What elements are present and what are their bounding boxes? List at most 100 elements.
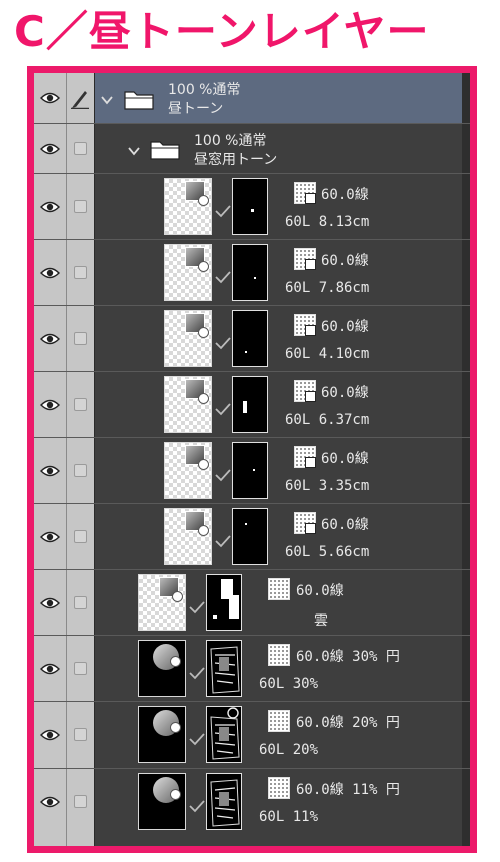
tone-icon: [294, 380, 316, 402]
lock-checkbox[interactable]: [74, 662, 87, 675]
lock-checkbox[interactable]: [74, 464, 87, 477]
eye-icon[interactable]: [40, 92, 60, 104]
lock-checkbox[interactable]: [74, 530, 87, 543]
eye-icon[interactable]: [40, 333, 60, 345]
lock-checkbox[interactable]: [74, 266, 87, 279]
mask-link-icon: [215, 469, 231, 482]
chevron-down-icon[interactable]: [128, 146, 140, 156]
layer-name: 60L 3.35cm: [285, 478, 370, 494]
tone-icon: [268, 777, 290, 799]
layer-name: 60L 20%: [259, 742, 319, 758]
layer-thumbnail: [164, 244, 212, 301]
eye-icon[interactable]: [40, 531, 60, 543]
eye-icon[interactable]: [40, 729, 60, 741]
layer-panel: 100 %通常 昼トーン 100 %通常 昼窓用トーン 60.0線 60L 8.…: [27, 66, 477, 853]
eye-icon[interactable]: [40, 267, 60, 279]
tone-setting: 60.0線 20% 円: [296, 715, 400, 731]
layer-thumbnail: [164, 442, 212, 499]
folder-opacity-mode: 100 %通常: [168, 82, 241, 98]
mask-link-icon: [215, 271, 231, 284]
tone-setting: 60.0線: [321, 517, 369, 533]
layer-name: 60L 30%: [259, 676, 319, 692]
folder-name: 昼トーン: [168, 101, 224, 117]
layer-thumbnail: [138, 574, 186, 631]
layer-mask-thumbnail: [232, 376, 268, 433]
layer-name: 60L 6.37cm: [285, 412, 370, 428]
folder-opacity-mode: 100 %通常: [194, 133, 267, 149]
eye-icon[interactable]: [40, 399, 60, 411]
layer-row[interactable]: 60.0線 60L 8.13cm: [34, 174, 470, 240]
layer-thumbnail: [138, 706, 186, 763]
layer-name: 60L 5.66cm: [285, 544, 370, 560]
mask-link-icon: [189, 800, 205, 813]
eye-icon[interactable]: [40, 663, 60, 675]
folder-row-day-tone[interactable]: 100 %通常 昼トーン: [34, 73, 470, 124]
mask-link-icon: [189, 667, 205, 680]
tone-setting: 60.0線: [321, 319, 369, 335]
tone-icon: [294, 182, 316, 204]
tone-setting: 60.0線: [296, 583, 344, 599]
layer-name: 60L 7.86cm: [285, 280, 370, 296]
layer-row[interactable]: 60.0線 60L 4.10cm: [34, 306, 470, 372]
layer-mask-thumbnail: [232, 508, 268, 565]
lock-checkbox[interactable]: [74, 728, 87, 741]
tone-setting: 60.0線 11% 円: [296, 782, 400, 798]
mask-link-icon: [215, 205, 231, 218]
mask-link-icon: [189, 601, 205, 614]
layer-thumbnail: [138, 640, 186, 697]
layer-mask-thumbnail: [232, 442, 268, 499]
lock-checkbox[interactable]: [74, 142, 87, 155]
tone-icon: [294, 512, 316, 534]
layer-mask-thumbnail: [206, 773, 242, 830]
tone-setting: 60.0線 30% 円: [296, 649, 400, 665]
tone-setting: 60.0線: [321, 385, 369, 401]
layer-row[interactable]: 60.0線 60L 6.37cm: [34, 372, 470, 438]
tone-setting: 60.0線: [321, 451, 369, 467]
layer-thumbnail: [164, 508, 212, 565]
eye-icon[interactable]: [40, 143, 60, 155]
eye-icon[interactable]: [40, 597, 60, 609]
lock-checkbox[interactable]: [74, 332, 87, 345]
tone-icon: [294, 248, 316, 270]
folder-name: 昼窓用トーン: [194, 152, 278, 168]
layer-mask-thumbnail: [232, 244, 268, 301]
mask-link-icon: [215, 535, 231, 548]
lock-checkbox[interactable]: [74, 795, 87, 808]
lock-checkbox[interactable]: [74, 596, 87, 609]
layer-row[interactable]: 60.0線 60L 5.66cm: [34, 504, 470, 570]
layer-name: 60L 11%: [259, 809, 319, 825]
layer-row[interactable]: 60.0線 30% 円 60L 30%: [34, 636, 470, 702]
page-title: C／昼トーンレイヤー: [14, 7, 430, 56]
layer-row[interactable]: 60.0線 60L 7.86cm: [34, 240, 470, 306]
tone-icon: [294, 446, 316, 468]
tone-icon: [268, 644, 290, 666]
tone-icon: [268, 710, 290, 732]
layer-row[interactable]: 60.0線 11% 円 60L 11%: [34, 769, 470, 846]
layer-mask-thumbnail: [232, 178, 268, 235]
layer-name: 雲: [314, 613, 328, 629]
layer-mask-thumbnail: [206, 640, 242, 697]
layer-mask-thumbnail: [206, 706, 242, 763]
tone-setting: 60.0線: [321, 187, 369, 203]
folder-icon: [150, 141, 180, 160]
lock-checkbox[interactable]: [74, 200, 87, 213]
folder-icon: [124, 91, 154, 110]
layer-name: 60L 8.13cm: [285, 214, 370, 230]
layer-name: 60L 4.10cm: [285, 346, 370, 362]
tone-setting: 60.0線: [321, 253, 369, 269]
pen-icon: [71, 91, 89, 109]
layer-thumbnail: [164, 178, 212, 235]
tone-icon: [294, 314, 316, 336]
folder-row-window-tone[interactable]: 100 %通常 昼窓用トーン: [34, 124, 470, 174]
layer-row[interactable]: 60.0線 20% 円 60L 20%: [34, 702, 470, 769]
layer-row[interactable]: 60.0線 60L 3.35cm: [34, 438, 470, 504]
chevron-down-icon[interactable]: [101, 95, 113, 105]
layer-thumbnail: [138, 773, 186, 830]
layer-row[interactable]: 60.0線 雲: [34, 570, 470, 636]
eye-icon[interactable]: [40, 201, 60, 213]
eye-icon[interactable]: [40, 796, 60, 808]
lock-checkbox[interactable]: [74, 398, 87, 411]
eye-icon[interactable]: [40, 465, 60, 477]
layer-thumbnail: [164, 310, 212, 367]
layer-mask-thumbnail: [206, 574, 242, 631]
